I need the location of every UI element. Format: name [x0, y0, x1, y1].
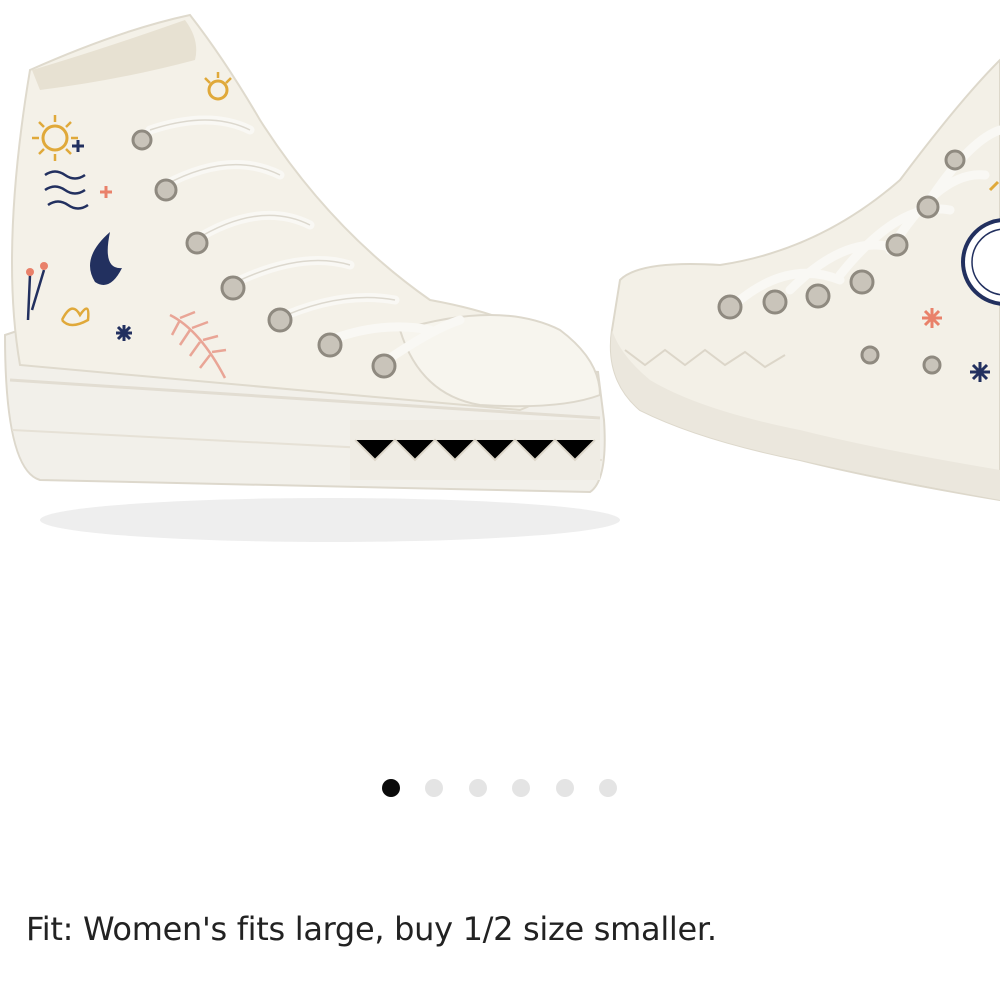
carousel-dot-6[interactable]	[599, 779, 617, 797]
carousel-dot-3[interactable]	[469, 779, 487, 797]
left-sneaker-illustration	[3, 13, 620, 542]
carousel-pagination	[0, 778, 1000, 798]
right-sneaker-illustration	[609, 58, 1000, 502]
carousel-dot-4[interactable]	[512, 779, 530, 797]
product-image-carousel[interactable]	[0, 0, 1000, 740]
fit-note: Fit: Women's fits large, buy 1/2 size sm…	[26, 910, 717, 948]
product-page: Fit: Women's fits large, buy 1/2 size sm…	[0, 0, 1000, 1000]
carousel-dot-5[interactable]	[556, 779, 574, 797]
carousel-dot-1[interactable]	[382, 779, 400, 797]
carousel-dot-2[interactable]	[425, 779, 443, 797]
product-image	[3, 13, 1000, 542]
